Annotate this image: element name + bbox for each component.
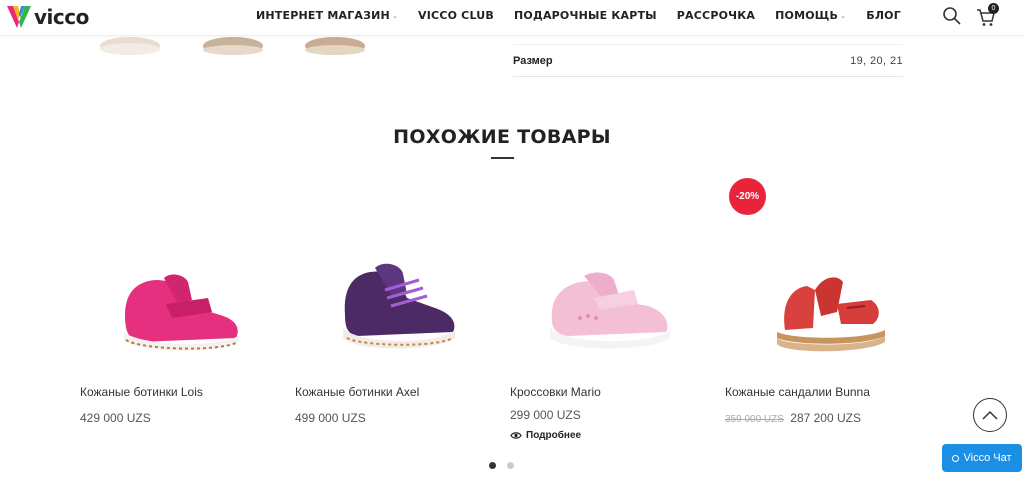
product-price: 359 000 UZS 287 200 UZS bbox=[725, 411, 861, 425]
nav-item-label: VICCO CLUB bbox=[418, 9, 494, 22]
nav-item-label: ПОМОЩЬ bbox=[775, 9, 839, 22]
product-name[interactable]: Кожаные сандалии Bunna bbox=[725, 385, 870, 399]
title-underline bbox=[491, 157, 514, 159]
product-image[interactable] bbox=[80, 220, 265, 370]
current-price: 287 200 UZS bbox=[790, 411, 861, 425]
scroll-to-top-button[interactable] bbox=[973, 398, 1007, 432]
spec-row-size: Размер 19, 20, 21 bbox=[513, 44, 903, 77]
chat-status-icon bbox=[952, 454, 960, 462]
spec-label: Размер bbox=[513, 54, 553, 67]
spec-value: 19, 20, 21 bbox=[850, 54, 903, 67]
product-image[interactable] bbox=[510, 220, 695, 370]
nav-item-installments[interactable]: РАССРОЧКА bbox=[677, 9, 755, 22]
nav-item-label: РАССРОЧКА bbox=[676, 9, 756, 22]
nav-item-shop[interactable]: ИНТЕРНЕТ МАГАЗИН ⌄ bbox=[256, 9, 398, 22]
product-name[interactable]: Кроссовки Mario bbox=[510, 385, 601, 399]
nav-item-club[interactable]: VICCO CLUB bbox=[418, 9, 494, 22]
chevron-down-icon: ⌄ bbox=[840, 11, 847, 20]
nav-item-blog[interactable]: БЛОГ bbox=[866, 9, 901, 22]
carousel-dot[interactable] bbox=[489, 462, 496, 469]
product-card[interactable]: -20% Кожаные сандалии Bunna 359 000 UZS … bbox=[725, 178, 925, 450]
cart-count-badge: 0 bbox=[988, 3, 999, 14]
product-name[interactable]: Кожаные ботинки Axel bbox=[295, 385, 419, 399]
details-link-label: Подробнее bbox=[526, 430, 582, 441]
chevron-down-icon: ⌄ bbox=[391, 11, 399, 20]
current-price: 499 000 UZS bbox=[295, 411, 366, 425]
carousel-dot[interactable] bbox=[507, 462, 514, 469]
details-link[interactable]: Подробнее bbox=[510, 430, 581, 441]
eye-icon bbox=[510, 432, 522, 439]
thumbnail-image[interactable] bbox=[200, 36, 266, 58]
product-image[interactable] bbox=[295, 220, 480, 370]
current-price: 429 000 UZS bbox=[80, 411, 151, 425]
site-header: vicco ИНТЕРНЕТ МАГАЗИН ⌄ VICCO CLUB ПОДА… bbox=[0, 0, 1024, 36]
main-nav: ИНТЕРНЕТ МАГАЗИН ⌄ VICCO CLUB ПОДАРОЧНЫЕ… bbox=[256, 9, 921, 22]
nav-item-label: БЛОГ bbox=[866, 9, 901, 22]
search-icon[interactable] bbox=[942, 6, 962, 26]
product-card[interactable]: Кожаные ботинки Axel 499 000 UZS bbox=[295, 180, 495, 450]
logo-text: vicco bbox=[34, 5, 89, 29]
chevron-up-icon bbox=[982, 410, 998, 420]
logo[interactable]: vicco bbox=[6, 4, 89, 30]
product-gallery-thumbnails bbox=[95, 36, 385, 60]
chat-button-label: Vicco Чат bbox=[963, 452, 1012, 464]
nav-item-gift-cards[interactable]: ПОДАРОЧНЫЕ КАРТЫ bbox=[514, 9, 657, 22]
product-price: 299 000 UZS bbox=[510, 408, 581, 422]
logo-v-icon bbox=[7, 6, 31, 28]
product-image[interactable] bbox=[725, 220, 910, 370]
product-price: 499 000 UZS bbox=[295, 411, 366, 425]
product-card[interactable]: Кроссовки Mario 299 000 UZS Подробнее bbox=[510, 180, 710, 450]
section-title: ПОХОЖИЕ ТОВАРЫ bbox=[393, 126, 611, 148]
discount-badge: -20% bbox=[729, 178, 766, 215]
nav-item-label: ПОДАРОЧНЫЕ КАРТЫ bbox=[514, 9, 657, 22]
product-price: 429 000 UZS bbox=[80, 411, 151, 425]
carousel-pagination bbox=[489, 462, 525, 469]
nav-item-help[interactable]: ПОМОЩЬ ⌄ bbox=[775, 9, 846, 22]
product-card[interactable]: Кожаные ботинки Lois 429 000 UZS bbox=[80, 180, 280, 450]
current-price: 299 000 UZS bbox=[510, 408, 581, 422]
thumbnail-image[interactable] bbox=[302, 36, 368, 58]
old-price: 359 000 UZS bbox=[725, 414, 784, 425]
chat-button[interactable]: Vicco Чат bbox=[942, 444, 1022, 472]
product-name[interactable]: Кожаные ботинки Lois bbox=[80, 385, 203, 399]
nav-item-label: ИНТЕРНЕТ МАГАЗИН bbox=[256, 9, 390, 22]
thumbnail-image[interactable] bbox=[97, 36, 163, 58]
